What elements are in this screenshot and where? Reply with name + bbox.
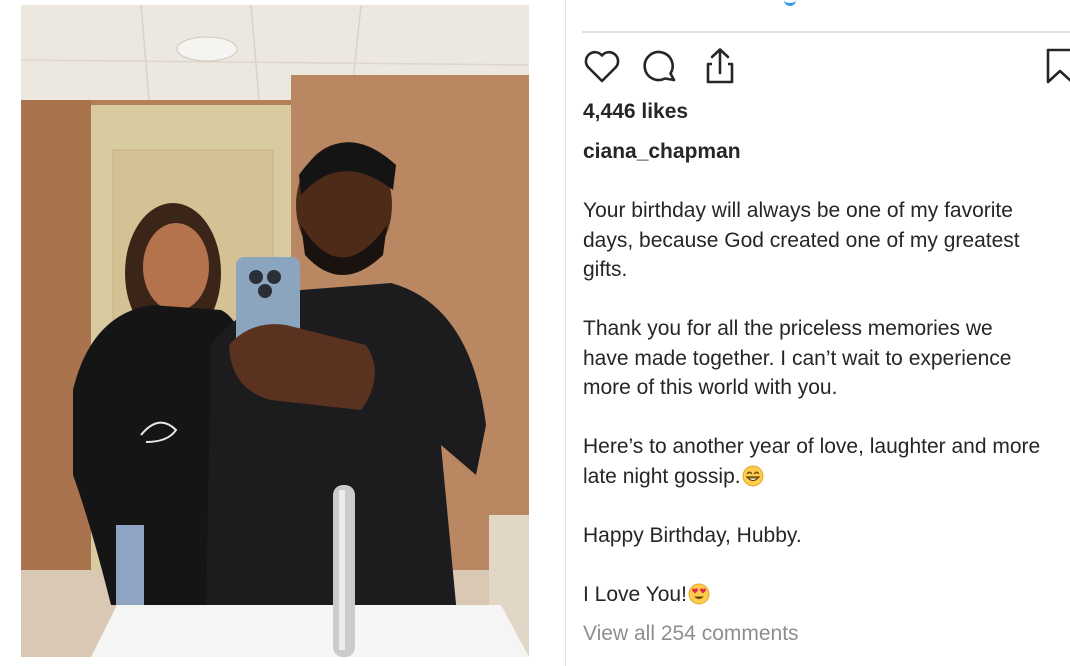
verified-badge-fragment xyxy=(784,0,796,6)
caption-line: have made together. I can’t wait to expe… xyxy=(583,346,1012,370)
view-comments-link[interactable]: View all 254 comments xyxy=(583,622,799,646)
likes-count[interactable]: 4,446 likes xyxy=(583,100,688,124)
post-actions xyxy=(582,46,1070,86)
caption-line: Happy Birthday, Hubby. xyxy=(583,523,802,547)
share-icon[interactable] xyxy=(700,46,740,86)
post-username[interactable]: ciana_chapman xyxy=(583,140,741,164)
heart-icon[interactable] xyxy=(582,46,622,86)
caption-paragraph: I Love You! xyxy=(583,580,1070,610)
caption-paragraph: Your birthday will always be one of my f… xyxy=(583,196,1070,285)
caption-line: late night gossip. xyxy=(583,464,741,488)
caption-line: I Love You! xyxy=(583,582,687,606)
post-caption: Your birthday will always be one of my f… xyxy=(583,196,1070,609)
caption-line: Thank you for all the priceless memories… xyxy=(583,317,993,340)
post-photo[interactable] xyxy=(21,5,529,657)
caption-line: Your birthday will always be one of my f… xyxy=(583,199,1013,222)
caption-paragraph: Thank you for all the priceless memories… xyxy=(583,314,1070,403)
caption-paragraph: Here’s to another year of love, laughter… xyxy=(583,432,1070,491)
caption-line: more of this world with you. xyxy=(583,376,838,399)
caption-line: days, because God created one of my grea… xyxy=(583,228,1020,252)
comment-bubble-icon[interactable] xyxy=(640,46,680,86)
caption-line: gifts. xyxy=(583,258,628,281)
bookmark-icon[interactable] xyxy=(1044,46,1070,86)
grinning-face-emoji xyxy=(742,465,764,486)
heart-eyes-emoji xyxy=(688,583,710,604)
caption-line: Here’s to another year of love, laughter… xyxy=(583,435,1041,458)
caption-paragraph: Happy Birthday, Hubby. xyxy=(583,521,1070,551)
panel-divider xyxy=(565,0,566,666)
header-separator xyxy=(582,31,1070,33)
